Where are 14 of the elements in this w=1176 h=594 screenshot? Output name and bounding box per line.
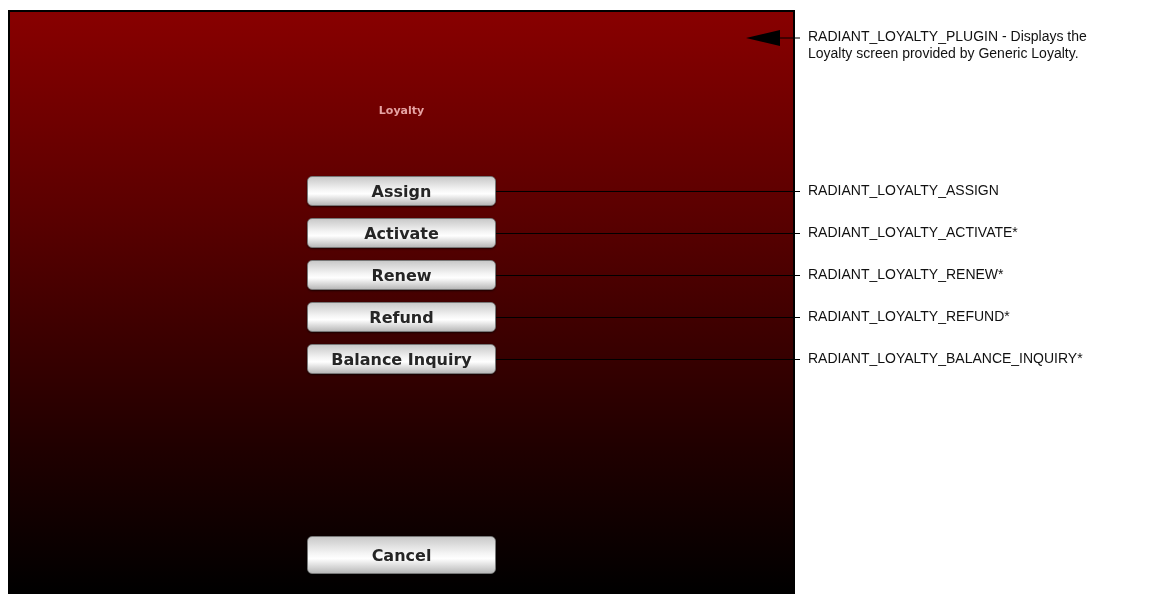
callout-label: RADIANT_LOYALTY_ACTIVATE* [807,224,1019,240]
screen-title: Loyalty [378,104,425,117]
menu-button[interactable]: Activate [307,218,496,248]
callout-label: RADIANT_LOYALTY_RENEW* [807,266,1005,282]
menu-button[interactable]: Refund [307,302,496,332]
callout-label: RADIANT_LOYALTY_BALANCE_INQUIRY* [807,350,1084,366]
menu-button[interactable]: Balance Inquiry [307,344,496,374]
callout-label: RADIANT_LOYALTY_REFUND* [807,308,1011,324]
menu-button[interactable]: Renew [307,260,496,290]
callout-arrow [746,30,800,46]
cancel-button[interactable]: Cancel [307,536,496,574]
callout-description: RADIANT_LOYALTY_PLUGIN - Displays the Loyalty screen provided by Generic Loyalty. [807,28,1088,62]
menu-button[interactable]: Assign [307,176,496,206]
callout-label: RADIANT_LOYALTY_ASSIGN [807,182,1000,198]
